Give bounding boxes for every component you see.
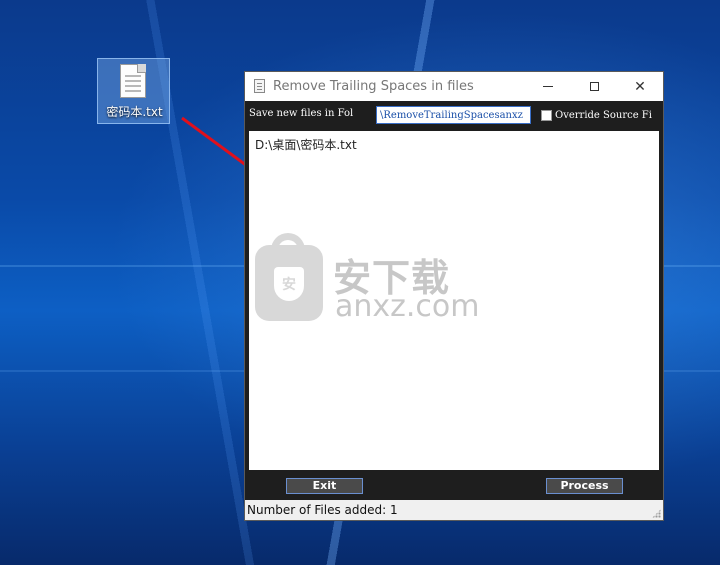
- desktop-file-label: 密码本.txt: [106, 105, 163, 119]
- watermark-shield-icon: 安: [274, 267, 304, 301]
- exit-button[interactable]: Exit: [286, 478, 363, 494]
- resize-grip-icon[interactable]: [652, 509, 661, 518]
- status-text: Number of Files added: 1: [247, 503, 398, 517]
- close-button[interactable]: ✕: [617, 72, 663, 101]
- save-folder-input[interactable]: [376, 106, 531, 124]
- title-bar[interactable]: Remove Trailing Spaces in files ✕: [245, 72, 663, 101]
- watermark-logo: 安 安下载 anxz.com: [255, 233, 480, 329]
- list-item[interactable]: D:\桌面\密码本.txt: [255, 136, 357, 153]
- text-file-icon: [120, 64, 146, 98]
- app-icon: [254, 79, 265, 93]
- override-source-checkbox[interactable]: [541, 110, 552, 121]
- app-window: Remove Trailing Spaces in files ✕ Save n…: [244, 71, 664, 521]
- desktop-file-icon[interactable]: 密码本.txt: [97, 58, 170, 124]
- process-button[interactable]: Process: [546, 478, 623, 494]
- close-icon: ✕: [634, 78, 646, 95]
- minimize-icon: [543, 86, 553, 87]
- save-folder-label: Save new files in Fol: [249, 108, 354, 119]
- file-list[interactable]: D:\桌面\密码本.txt 安 安下载 anxz.com: [249, 131, 659, 470]
- maximize-button[interactable]: [571, 72, 617, 101]
- watermark-bag-icon: 安: [255, 233, 323, 321]
- watermark-text-en: anxz.com: [335, 289, 480, 324]
- override-source-label: Override Source Fi: [555, 110, 652, 121]
- maximize-icon: [589, 82, 599, 91]
- window-title: Remove Trailing Spaces in files: [273, 79, 474, 94]
- options-bar: Save new files in Fol Override Source Fi: [245, 101, 663, 128]
- minimize-button[interactable]: [525, 72, 571, 101]
- status-bar: Number of Files added: 1: [245, 500, 663, 520]
